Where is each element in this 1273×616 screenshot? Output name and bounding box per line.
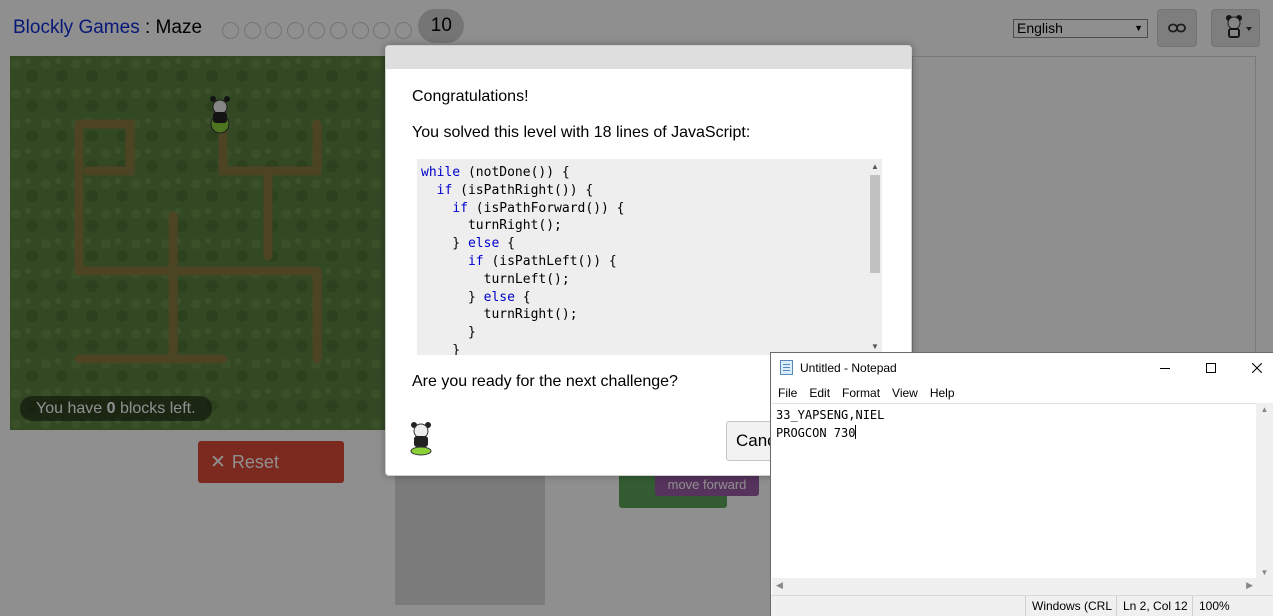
maximize-icon xyxy=(1206,363,1216,373)
scroll-left-icon[interactable]: ◀ xyxy=(776,580,783,591)
status-position: Ln 2, Col 12 xyxy=(1116,596,1194,616)
status-zoom: 100% xyxy=(1192,596,1273,616)
code-line: } else { xyxy=(421,236,515,252)
maximize-button[interactable] xyxy=(1188,353,1234,383)
menu-file[interactable]: File xyxy=(771,383,803,403)
notepad-text[interactable]: 33_YAPSENG,NIEL PROGCON 730 xyxy=(776,406,884,442)
scroll-up-icon[interactable]: ▲ xyxy=(1256,405,1273,414)
notepad-text-area[interactable]: 33_YAPSENG,NIEL PROGCON 730 xyxy=(772,403,1273,578)
horizontal-scrollbar[interactable]: ◀ ▶ xyxy=(772,578,1257,595)
dialog-solved-text: You solved this level with 18 lines of J… xyxy=(412,124,751,141)
code-line: } xyxy=(421,342,461,355)
code-line: while (notDone()) { xyxy=(421,165,570,180)
notepad-window: Untitled - Notepad File Edit Format View… xyxy=(770,352,1273,616)
text-caret xyxy=(855,425,857,439)
menu-edit[interactable]: Edit xyxy=(803,383,836,403)
code-text: while (notDone()) { if (isPathRight()) {… xyxy=(421,164,625,355)
code-line: turnRight(); xyxy=(421,218,562,234)
scrollbar-corner xyxy=(1257,578,1273,595)
notepad-titlebar[interactable]: Untitled - Notepad xyxy=(771,353,1273,383)
notepad-icon xyxy=(780,360,793,375)
code-listing: while (notDone()) { if (isPathRight()) {… xyxy=(417,159,882,355)
dialog-header-bar[interactable] xyxy=(386,46,911,69)
menu-help[interactable]: Help xyxy=(924,383,961,403)
code-line: } xyxy=(421,325,476,341)
notepad-line-2: PROGCON 730 xyxy=(776,426,856,440)
code-line: if (isPathLeft()) { xyxy=(467,253,617,269)
code-line: turnRight(); xyxy=(421,307,578,323)
menu-view[interactable]: View xyxy=(886,383,924,403)
code-line: if (isPathRight()) { xyxy=(436,182,594,198)
code-line: turnLeft(); xyxy=(421,271,570,287)
status-encoding: Windows (CRLF) xyxy=(1025,596,1113,616)
minimize-button[interactable] xyxy=(1142,353,1188,383)
scroll-right-icon[interactable]: ▶ xyxy=(1246,580,1253,591)
notepad-line-1: 33_YAPSENG,NIEL xyxy=(776,408,885,422)
notepad-menubar: File Edit Format View Help xyxy=(771,383,1273,403)
scroll-down-icon[interactable]: ▼ xyxy=(1256,568,1273,577)
close-icon xyxy=(1252,363,1262,373)
code-line: if (isPathForward()) { xyxy=(452,200,625,216)
scroll-thumb[interactable] xyxy=(870,175,880,273)
notepad-statusbar: Windows (CRLF) Ln 2, Col 12 100% xyxy=(771,595,1273,616)
vertical-scrollbar[interactable]: ▲ ▼ xyxy=(1256,403,1273,579)
menu-format[interactable]: Format xyxy=(836,383,886,403)
close-button[interactable] xyxy=(1234,353,1273,383)
pegman-icon xyxy=(406,419,436,462)
code-line: } else { xyxy=(421,289,531,305)
minimize-icon xyxy=(1160,368,1170,369)
code-scrollbar[interactable]: ▲ ▼ xyxy=(868,159,882,355)
dialog-congrats-text: Congratulations! xyxy=(412,88,529,105)
notepad-title: Untitled - Notepad xyxy=(800,361,897,375)
scroll-up-icon[interactable]: ▲ xyxy=(868,161,882,173)
dialog-question-text: Are you ready for the next challenge? xyxy=(412,373,678,390)
